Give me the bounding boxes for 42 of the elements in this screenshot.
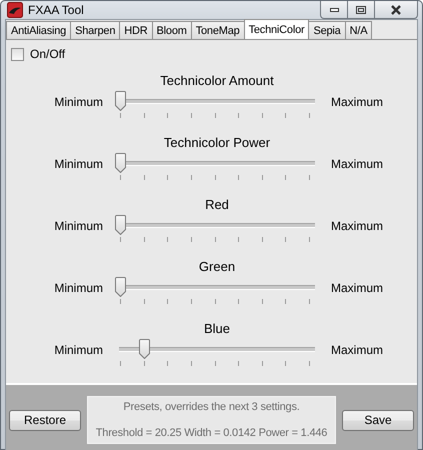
window-title: FXAA Tool (28, 3, 85, 17)
maximum-label: Maximum (331, 343, 384, 357)
save-button[interactable]: Save (342, 410, 414, 430)
tab[interactable]: Sepia (308, 21, 346, 39)
minimum-label: Minimum (54, 95, 103, 109)
slider-title: Red (204, 197, 230, 214)
tab[interactable]: Bloom (152, 21, 192, 39)
maximum-label: Maximum (331, 157, 384, 171)
slider-thumb[interactable] (115, 277, 126, 297)
tab[interactable]: TechniColor (244, 19, 310, 39)
checkbox-label: On/Off (30, 47, 66, 61)
slider-thumb[interactable] (115, 153, 126, 173)
minimum-label: Minimum (54, 281, 103, 295)
restore-button[interactable]: Restore (9, 410, 81, 430)
slider-title: Blue (202, 321, 232, 338)
presets-values: Threshold = 20.25 Width = 0.0142 Power = 1.446 (96, 427, 328, 439)
slider-thumb[interactable] (139, 339, 150, 359)
slider-title: Green (198, 259, 236, 276)
tab[interactable]: Sharpen (70, 21, 120, 39)
maximum-label: Maximum (331, 281, 384, 295)
maximize-icon (356, 6, 366, 14)
checkbox[interactable] (11, 48, 24, 60)
slider-title: Technicolor Power (162, 135, 272, 152)
close-button[interactable] (374, 1, 418, 19)
tab[interactable]: HDR (119, 21, 153, 39)
minimize-button[interactable] (320, 1, 347, 19)
minimize-icon (330, 8, 338, 12)
slider-title: Technicolor Amount (159, 73, 275, 90)
presets-note: Presets, overrides the next 3 settings. (123, 401, 300, 413)
minimum-label: Minimum (54, 219, 103, 233)
maximum-label: Maximum (331, 219, 384, 233)
slider-thumb[interactable] (115, 91, 126, 111)
app-icon (7, 2, 23, 18)
minimum-label: Minimum (54, 157, 103, 171)
slider-thumb[interactable] (115, 215, 126, 235)
tab[interactable]: AntiAliasing (6, 21, 72, 39)
tab[interactable]: ToneMap (190, 21, 245, 39)
maximize-button[interactable] (347, 1, 374, 19)
minimum-label: Minimum (54, 343, 103, 357)
tab[interactable]: N/A (344, 21, 372, 39)
close-icon (390, 4, 402, 14)
maximum-label: Maximum (331, 95, 384, 109)
